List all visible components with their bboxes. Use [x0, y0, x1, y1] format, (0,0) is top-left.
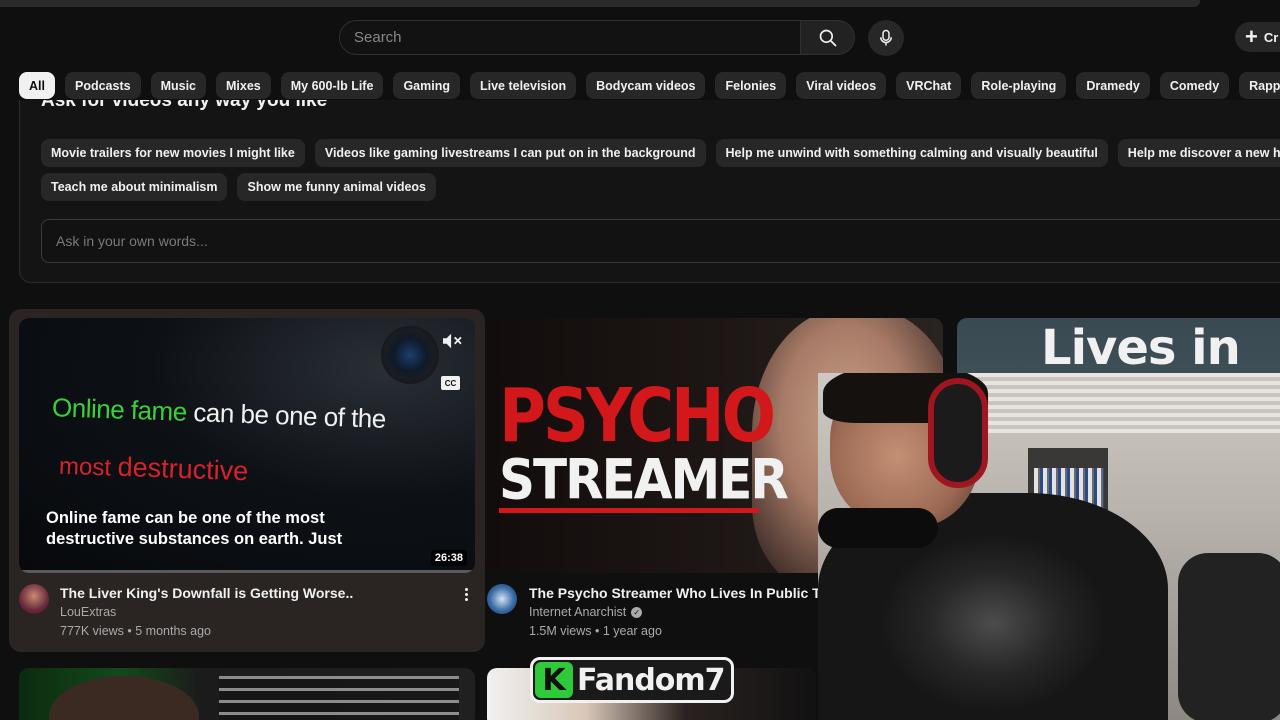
ask-for-videos-panel: Ask for videos any way you like Movie tr…: [19, 100, 1280, 283]
suggestion-chip[interactable]: Show me funny animal videos: [237, 173, 436, 201]
youtube-home-page: + Cr All Podcasts Music Mixes My 600-lb …: [0, 0, 1280, 720]
plus-icon: +: [1245, 24, 1258, 49]
preview-progress-bar[interactable]: [19, 570, 475, 573]
thumbnail-face: [49, 676, 199, 720]
ask-panel-title: Ask for videos any way you like: [41, 100, 328, 111]
microphone: [818, 508, 938, 548]
chip-comedy[interactable]: Comedy: [1159, 72, 1230, 99]
chip-my-600-lb-life[interactable]: My 600-lb Life: [280, 72, 384, 99]
channel-name[interactable]: LouExtras: [60, 605, 116, 619]
thumbnail-text-line1: Online fame can be one of the: [51, 392, 387, 434]
create-label: Cr: [1263, 29, 1279, 45]
chip-rapping[interactable]: Rapping: [1239, 72, 1280, 99]
chip-felonies[interactable]: Felonies: [715, 72, 787, 99]
verified-icon: ✓: [631, 607, 643, 619]
search-input[interactable]: [339, 20, 801, 55]
video-title[interactable]: The Psycho Streamer Who Lives In Public …: [529, 585, 844, 601]
thumbnail-text-line2: most destructive: [58, 451, 249, 487]
voice-search-button[interactable]: [868, 20, 904, 56]
channel-avatar[interactable]: [19, 584, 49, 614]
chip-bodycam-videos[interactable]: Bodycam videos: [586, 72, 706, 99]
window-top-strip: [0, 0, 1200, 7]
channel-avatar[interactable]: [487, 584, 517, 614]
headset: [928, 378, 988, 488]
chip-podcasts[interactable]: Podcasts: [64, 72, 141, 99]
video-thumbnail-4[interactable]: [19, 668, 475, 720]
channel-name[interactable]: Internet Anarchist ✓: [529, 605, 643, 619]
camera-lens-graphic: [381, 326, 439, 384]
chip-music[interactable]: Music: [150, 72, 207, 99]
filter-chips-bar: All Podcasts Music Mixes My 600-lb Life …: [19, 72, 1280, 99]
suggestion-row: Teach me about minimalism Show me funny …: [41, 173, 436, 201]
thumbnail-pattern: [219, 676, 459, 720]
suggestion-row: Movie trailers for new movies I might li…: [41, 139, 1280, 167]
suggestion-chip[interactable]: Movie trailers for new movies I might li…: [41, 139, 305, 167]
search-icon: [819, 29, 836, 46]
logo-name: Fandom7: [577, 662, 726, 698]
chair: [1178, 553, 1280, 720]
search-button[interactable]: [801, 20, 855, 55]
video-thumbnail-1[interactable]: Online fame can be one of the most destr…: [19, 318, 475, 573]
video-title[interactable]: The Liver King's Downfall is Getting Wor…: [60, 585, 353, 601]
logo-letter: K: [535, 662, 573, 698]
more-options-button[interactable]: [458, 586, 474, 604]
video-stats: 777K views • 5 months ago: [60, 624, 211, 638]
suggestion-chip[interactable]: Help me unwind with something calming an…: [715, 139, 1108, 167]
microphone-icon: [880, 29, 892, 46]
video-duration: 26:38: [430, 550, 467, 566]
muted-icon[interactable]: [441, 332, 463, 350]
chip-gaming[interactable]: Gaming: [393, 72, 460, 99]
live-caption: Online fame can be one of the most destr…: [46, 509, 343, 548]
streamer-logo-overlay: K Fandom7: [530, 657, 734, 703]
chip-dramedy[interactable]: Dramedy: [1076, 72, 1150, 99]
thumbnail-text-streamer: STREAMER: [499, 448, 789, 512]
ask-input[interactable]: [41, 219, 1280, 263]
chip-mixes[interactable]: Mixes: [216, 72, 271, 99]
suggestion-chip[interactable]: Help me discover a new hobby I can start…: [1117, 139, 1280, 167]
search-bar: [339, 20, 855, 55]
webcam-overlay: [818, 373, 1280, 720]
thumbnail-text-psycho: PSYCHO: [499, 374, 776, 460]
chip-role-playing[interactable]: Role-playing: [971, 72, 1067, 99]
chip-all[interactable]: All: [19, 72, 55, 99]
chip-viral-videos[interactable]: Viral videos: [796, 72, 887, 99]
suggestion-chip[interactable]: Teach me about minimalism: [41, 173, 228, 201]
chip-live-television[interactable]: Live television: [469, 72, 577, 99]
shirt-graphic: [878, 533, 1108, 713]
video-stats: 1.5M views • 1 year ago: [529, 624, 662, 638]
create-button[interactable]: + Cr: [1235, 22, 1280, 52]
chip-vrchat[interactable]: VRChat: [896, 72, 962, 99]
suggestion-chip[interactable]: Videos like gaming livestreams I can put…: [314, 139, 706, 167]
closed-captions-icon[interactable]: CC: [441, 376, 460, 390]
window-blinds: [968, 373, 1280, 433]
thumbnail-underline: [499, 508, 759, 513]
